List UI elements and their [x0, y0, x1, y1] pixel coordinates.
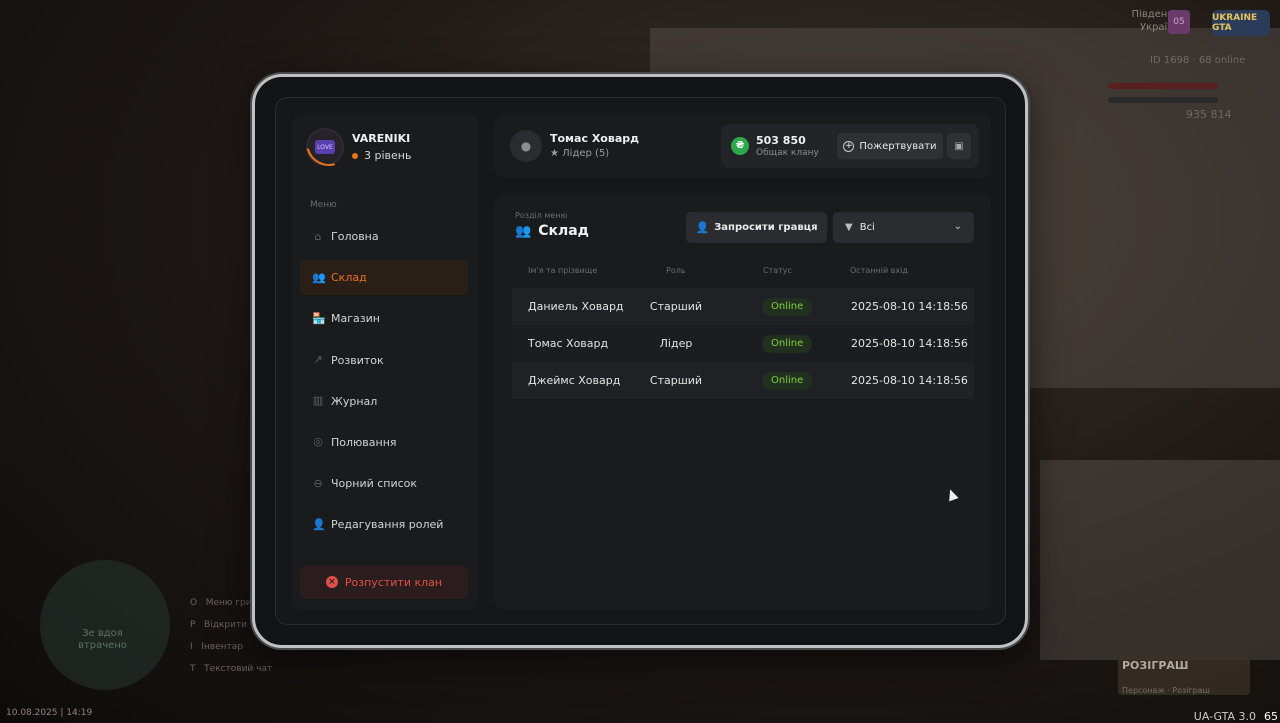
- region-badge: 05: [1168, 10, 1190, 34]
- archive-button[interactable]: ▣: [947, 133, 971, 159]
- sidebar: LOVE VARENIKI 3 рівень Меню ⌂ Головна 👥 …: [292, 114, 478, 610]
- sidebar-item-label: Головна: [331, 230, 379, 243]
- close-icon: ×: [325, 576, 338, 588]
- user-role: ★ Лідер (5): [550, 148, 610, 159]
- column-header: Роль: [666, 266, 686, 275]
- server-logo: UKRAINE GTA: [1212, 10, 1270, 36]
- star-icon: ★: [550, 148, 559, 159]
- clan-bank: ₴ 503 850 Общак клану + Пожертвувати ▣: [721, 124, 979, 168]
- coin-icon: ₴: [731, 137, 749, 155]
- sidebar-item-journal[interactable]: ▥ Журнал: [300, 384, 468, 419]
- sidebar-item-label: Магазин: [331, 312, 380, 326]
- section-label: Розділ меню: [515, 211, 568, 220]
- background-frame: [1040, 460, 1280, 660]
- bank-label: Общак клану: [756, 148, 819, 158]
- member-role: Старший: [649, 300, 703, 313]
- filter-dropdown[interactable]: ▼ Всі ⌄: [833, 212, 974, 243]
- sidebar-menu: ⌂ Головна 👥 Склад 🏪 Магазин ↗ Розвиток ▥: [300, 219, 468, 549]
- menu-label: Меню: [310, 200, 337, 210]
- table-row[interactable]: Даниель Ховард Старший Online 2025-08-10…: [512, 288, 974, 325]
- clan-profile: LOVE VARENIKI 3 рівень: [306, 128, 411, 166]
- filter-icon: ▼: [845, 222, 853, 233]
- sidebar-item-label: Полювання: [331, 435, 397, 449]
- home-icon: ⌂: [314, 229, 322, 243]
- column-header: Статус: [763, 266, 792, 275]
- status-badge: Online: [762, 334, 813, 353]
- bank-amount: 503 850: [756, 134, 806, 147]
- sidebar-item-label: Чорний список: [331, 477, 418, 491]
- plus-icon: +: [843, 140, 855, 152]
- page-title: 👥 Склад: [515, 223, 589, 239]
- last-login: 2025-08-10 14:18:56: [851, 300, 968, 313]
- game-version: UA-GTA 3.0: [1193, 710, 1256, 723]
- last-login: 2025-08-10 14:18:56: [851, 337, 968, 350]
- armor-bar: [1108, 97, 1218, 103]
- member-name: Томас Ховард: [528, 337, 609, 350]
- chart-icon: ↗: [313, 353, 323, 367]
- level-dot-icon: [352, 152, 358, 159]
- key-hint: I Інвентар: [190, 642, 243, 652]
- sidebar-item-home[interactable]: ⌂ Головна: [300, 219, 468, 254]
- column-header: Ім'я та прізвище: [528, 266, 598, 275]
- last-login: 2025-08-10 14:18:56: [851, 374, 968, 387]
- fps-counter: 65: [1264, 710, 1278, 723]
- minimap: [40, 560, 170, 690]
- invite-player-button[interactable]: 👤 Запросити гравця: [686, 212, 827, 243]
- user-name: Томас Ховард: [550, 132, 640, 145]
- archive-icon: ▣: [954, 140, 964, 152]
- people-icon: 👥: [312, 270, 326, 284]
- add-user-icon: 👤: [695, 221, 710, 234]
- sidebar-item-label: Журнал: [331, 394, 378, 408]
- sidebar-item-shop[interactable]: 🏪 Магазин: [300, 301, 468, 336]
- health-bar: [1108, 83, 1218, 89]
- column-header: Останній вхід: [850, 266, 908, 275]
- block-icon: ⊖: [313, 476, 323, 490]
- status-badge: Online: [762, 297, 813, 316]
- member-role: Лідер: [659, 337, 693, 350]
- datetime: 10.08.2025 | 14:19: [6, 708, 93, 718]
- clan-avatar: LOVE: [306, 128, 344, 166]
- giveaway-widget[interactable]: РОЗІГРАШ Персонаж · Розіграш: [1118, 655, 1250, 695]
- shop-icon: 🏪: [312, 311, 326, 325]
- disband-clan-button[interactable]: × Розпустити клан: [300, 565, 468, 599]
- table-row[interactable]: Джеймс Ховард Старший Online 2025-08-10 …: [512, 362, 974, 399]
- giveaway-sub: Персонаж · Розіграш: [1122, 686, 1210, 695]
- book-icon: ▥: [312, 394, 324, 408]
- tablet-device: LOVE VARENIKI 3 рівень Меню ⌂ Головна 👥 …: [252, 74, 1028, 648]
- user-avatar-icon: ●: [510, 130, 542, 162]
- member-name: Джеймс Ховард: [528, 374, 621, 387]
- sidebar-item-blacklist[interactable]: ⊖ Чорний список: [300, 466, 468, 501]
- table-row[interactable]: Томас Ховард Лідер Online 2025-08-10 14:…: [512, 325, 974, 362]
- giveaway-title: РОЗІГРАШ: [1122, 659, 1189, 672]
- sidebar-item-label: Склад: [331, 271, 367, 285]
- member-name: Даниель Ховард: [528, 300, 624, 313]
- sidebar-item-warehouse[interactable]: 👥 Склад: [300, 260, 468, 296]
- zone-status: Зе вдоя втрачено: [78, 628, 127, 651]
- sidebar-item-label: Розвиток: [331, 353, 384, 367]
- clan-logo: LOVE: [315, 140, 335, 154]
- header-bar: ● Томас Ховард ★ Лідер (5) ₴ 503 850 Общ…: [494, 114, 991, 178]
- key-hint: T Текстовий чат: [190, 664, 273, 674]
- donate-button[interactable]: + Пожертвувати: [837, 133, 943, 159]
- tablet-screen: LOVE VARENIKI 3 рівень Меню ⌂ Головна 👥 …: [275, 97, 1006, 625]
- player-id: ID 1698 · 68 online: [1150, 55, 1246, 66]
- member-role: Старший: [649, 374, 703, 387]
- clan-level: 3 рівень: [352, 149, 411, 162]
- target-icon: ◎: [313, 435, 323, 449]
- sidebar-item-development[interactable]: ↗ Розвиток: [300, 343, 468, 378]
- sidebar-item-label: Редагування ролей: [331, 518, 444, 532]
- main-panel: Розділ меню 👥 Склад 👤 Запросити гравця ▼…: [494, 194, 991, 610]
- status-badge: Online: [762, 371, 813, 390]
- sidebar-item-hunting[interactable]: ◎ Полювання: [300, 425, 468, 460]
- sidebar-item-edit-roles[interactable]: 👤 Редагування ролей: [300, 507, 468, 542]
- people-icon: 👥: [515, 223, 532, 239]
- chevron-down-icon: ⌄: [953, 221, 962, 232]
- money-display: 935 814: [1186, 108, 1232, 121]
- clan-name: VARENIKI: [352, 132, 411, 145]
- user-edit-icon: 👤: [312, 517, 326, 531]
- members-table: Даниель Ховард Старший Online 2025-08-10…: [512, 288, 974, 399]
